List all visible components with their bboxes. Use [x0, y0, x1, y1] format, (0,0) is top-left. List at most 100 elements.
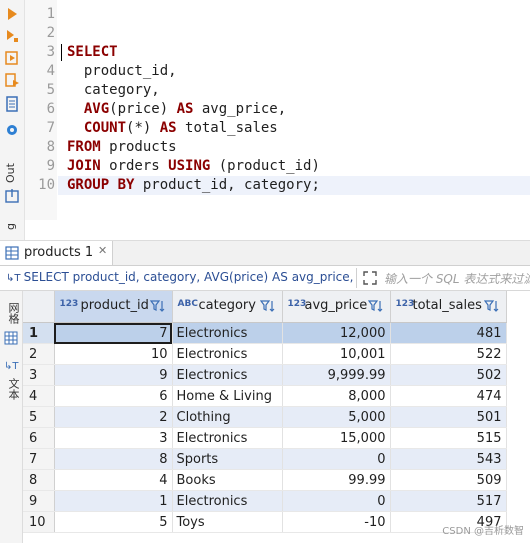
- grid-icon[interactable]: [4, 331, 18, 345]
- run-icon[interactable]: [4, 6, 20, 22]
- settings-icon[interactable]: [4, 122, 20, 138]
- text-view-icon[interactable]: ↳T: [4, 361, 19, 372]
- table-row[interactable]: 3 9 Electronics 9,999.99 502: [23, 364, 507, 386]
- cell-total-sales[interactable]: 543: [390, 448, 507, 470]
- cell-avg-price[interactable]: 8,000: [282, 385, 391, 407]
- code-token: total_sales: [176, 120, 278, 136]
- table-row[interactable]: 7 8 Sports 0 543: [23, 448, 507, 470]
- cell-avg-price[interactable]: 0: [282, 490, 391, 512]
- run-step-icon[interactable]: [4, 28, 20, 44]
- cell-product-id[interactable]: 9: [54, 364, 173, 386]
- cell-category[interactable]: Toys: [172, 511, 283, 533]
- sql-keyword: JOIN: [67, 158, 101, 174]
- cell-category[interactable]: Electronics: [172, 490, 283, 512]
- cell-product-id[interactable]: 2: [54, 406, 173, 428]
- cell-total-sales[interactable]: 474: [390, 385, 507, 407]
- cell-product-id[interactable]: 4: [54, 469, 173, 491]
- row-number[interactable]: 3: [23, 364, 55, 386]
- cell-avg-price[interactable]: 12,000: [282, 322, 391, 344]
- table-row[interactable]: 10 5 Toys -10 497: [23, 511, 507, 533]
- cell-avg-price[interactable]: -10: [282, 511, 391, 533]
- table-row[interactable]: 8 4 Books 99.99 509: [23, 469, 507, 491]
- close-icon[interactable]: ✕: [98, 244, 107, 257]
- cell-category[interactable]: Electronics: [172, 343, 283, 365]
- cell-category[interactable]: Sports: [172, 448, 283, 470]
- cell-product-id[interactable]: 7: [54, 322, 173, 344]
- filter-sort-icon[interactable]: [259, 298, 276, 314]
- row-number[interactable]: 1: [23, 322, 55, 344]
- cell-product-id[interactable]: 5: [54, 511, 173, 533]
- row-number[interactable]: 8: [23, 469, 55, 491]
- text-view-tab[interactable]: 文本: [3, 375, 21, 403]
- results-grid[interactable]: 123 product_id ABC category 123 avg_pric…: [23, 291, 530, 543]
- cell-total-sales[interactable]: 481: [390, 322, 507, 344]
- code-line[interactable]: AVG(price) AS avg_price,: [67, 100, 286, 119]
- expand-icon[interactable]: [362, 270, 378, 286]
- sql-editor[interactable]: 1 2 3 4 5 6 7 8 9 10 SELECT product_id, category,…: [25, 0, 530, 220]
- table-row[interactable]: 2 10 Electronics 10,001 522: [23, 343, 507, 365]
- table-row[interactable]: 6 3 Electronics 15,000 515: [23, 427, 507, 449]
- grid-view-tab[interactable]: 网格: [3, 299, 21, 327]
- cell-avg-price[interactable]: 15,000: [282, 427, 391, 449]
- log-tab[interactable]: g: [4, 218, 20, 236]
- cell-total-sales[interactable]: 502: [390, 364, 507, 386]
- cell-avg-price[interactable]: 9,999.99: [282, 364, 391, 386]
- filter-input[interactable]: 输入一个 SQL 表达式来过滤: [384, 270, 530, 287]
- cell-total-sales[interactable]: 515: [390, 427, 507, 449]
- cell-total-sales[interactable]: 501: [390, 406, 507, 428]
- line-number: 1: [46, 6, 55, 22]
- cell-category[interactable]: Clothing: [172, 406, 283, 428]
- code-line[interactable]: JOIN orders USING (product_id): [67, 157, 320, 176]
- table-row[interactable]: 9 1 Electronics 0 517: [23, 490, 507, 512]
- code-line[interactable]: COUNT(*) AS total_sales: [67, 119, 278, 138]
- tab-products-1[interactable]: products 1 ✕: [0, 241, 113, 265]
- document-icon[interactable]: [4, 96, 20, 112]
- column-header-category[interactable]: ABC category: [172, 291, 283, 323]
- cell-avg-price[interactable]: 10,001: [282, 343, 391, 365]
- output-tab[interactable]: Out: [4, 160, 20, 186]
- cell-category[interactable]: Books: [172, 469, 283, 491]
- cell-avg-price[interactable]: 5,000: [282, 406, 391, 428]
- cell-product-id[interactable]: 8: [54, 448, 173, 470]
- column-header-total-sales[interactable]: 123 total_sales: [390, 291, 507, 323]
- cell-category[interactable]: Electronics: [172, 427, 283, 449]
- cell-total-sales[interactable]: 517: [390, 490, 507, 512]
- code-line[interactable]: GROUP BY product_id, category;: [67, 176, 320, 195]
- cell-total-sales[interactable]: 522: [390, 343, 507, 365]
- table-row[interactable]: 5 2 Clothing 5,000 501: [23, 406, 507, 428]
- code-line[interactable]: product_id,: [67, 62, 177, 81]
- column-header-avg-price[interactable]: 123 avg_price: [282, 291, 391, 323]
- filter-sort-icon[interactable]: [367, 298, 384, 314]
- run-script-icon[interactable]: [4, 50, 20, 66]
- cell-total-sales[interactable]: 509: [390, 469, 507, 491]
- row-number[interactable]: 9: [23, 490, 55, 512]
- table-row[interactable]: 4 6 Home & Living 8,000 474: [23, 385, 507, 407]
- table-row[interactable]: 1 7 Electronics 12,000 481: [23, 322, 507, 344]
- row-number[interactable]: 10: [23, 511, 55, 533]
- sql-keyword: AVG: [83, 101, 110, 117]
- cell-category[interactable]: Electronics: [172, 322, 283, 344]
- cell-avg-price[interactable]: 99.99: [282, 469, 391, 491]
- cell-product-id[interactable]: 3: [54, 427, 173, 449]
- code-line[interactable]: category,: [67, 81, 160, 100]
- query-preview[interactable]: ↳T SELECT product_id, category, AVG(pric…: [6, 270, 354, 288]
- column-header-product-id[interactable]: 123 product_id: [54, 291, 173, 323]
- row-number[interactable]: 7: [23, 448, 55, 470]
- explain-plan-icon[interactable]: [4, 72, 20, 88]
- row-number[interactable]: 2: [23, 343, 55, 365]
- cell-product-id[interactable]: 6: [54, 385, 173, 407]
- cell-category[interactable]: Home & Living: [172, 385, 283, 407]
- cell-product-id[interactable]: 1: [54, 490, 173, 512]
- cell-category[interactable]: Electronics: [172, 364, 283, 386]
- row-number[interactable]: 6: [23, 427, 55, 449]
- filter-sort-icon[interactable]: [149, 298, 166, 314]
- code-line[interactable]: SELECT: [67, 43, 118, 62]
- output-icon[interactable]: [4, 188, 20, 204]
- row-number[interactable]: 4: [23, 385, 55, 407]
- cell-product-id[interactable]: 10: [54, 343, 173, 365]
- tab-label: products 1: [24, 245, 94, 260]
- cell-avg-price[interactable]: 0: [282, 448, 391, 470]
- filter-sort-icon[interactable]: [483, 298, 500, 314]
- code-line[interactable]: FROM products: [67, 138, 177, 157]
- row-number[interactable]: 5: [23, 406, 55, 428]
